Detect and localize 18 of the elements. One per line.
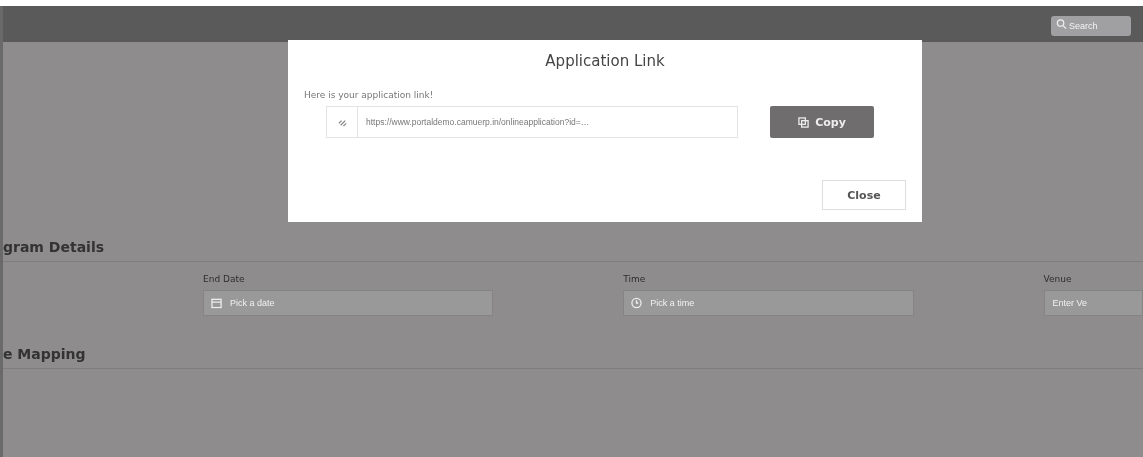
link-field[interactable]: https://www.portaldemo.camuerp.in/onlineapplication?id=… xyxy=(326,106,738,138)
clock-icon xyxy=(631,297,643,309)
input-field[interactable]: Pick a time xyxy=(623,290,914,316)
calendar-icon xyxy=(211,297,222,309)
search-icon xyxy=(1056,18,1067,30)
field-label: Time xyxy=(623,274,647,284)
input-field[interactable]: Pick a date xyxy=(203,290,494,316)
input-field[interactable]: Enter Ve xyxy=(1043,290,1143,316)
section-title: e Mapping xyxy=(3,334,1143,369)
field-label: End Date xyxy=(203,274,246,284)
dialog-title: Application Link xyxy=(544,52,666,70)
search-field[interactable]: Search xyxy=(1051,16,1131,36)
dialog-message: Here is your application link! xyxy=(304,90,435,100)
close-button[interactable]: Close xyxy=(822,180,906,210)
copy-button[interactable]: Copy xyxy=(770,106,874,138)
section-title: gram Details xyxy=(3,227,1143,262)
field-label: Venue xyxy=(1043,274,1073,284)
copy-icon xyxy=(798,116,810,128)
